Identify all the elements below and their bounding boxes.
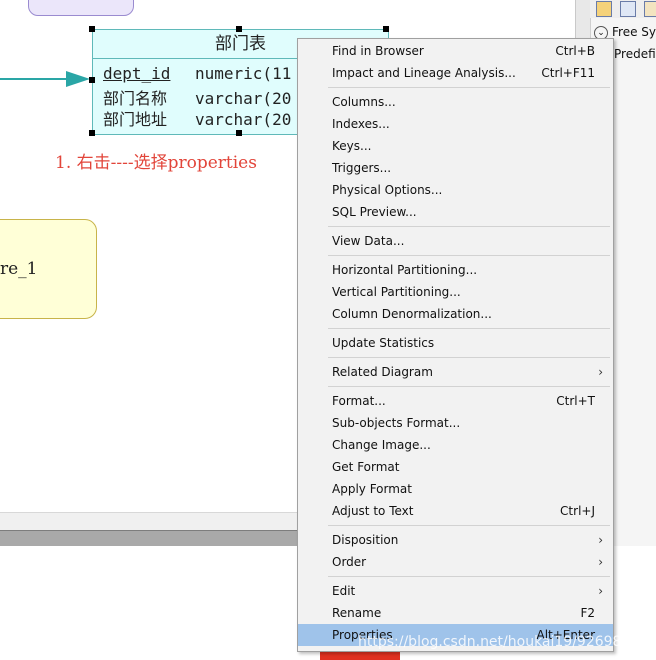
submenu-arrow-icon: › bbox=[598, 533, 603, 547]
menu-separator bbox=[328, 357, 610, 358]
menu-item-apply-format[interactable]: Apply Format bbox=[298, 478, 613, 500]
toolbox-icon-bar bbox=[590, 0, 656, 18]
menu-item-disposition[interactable]: Disposition › bbox=[298, 529, 613, 551]
entity-column-row: dept_id numeric(11 bbox=[103, 64, 291, 83]
menu-item-columns[interactable]: Columns... bbox=[298, 91, 613, 113]
menu-item-change-image[interactable]: Change Image... bbox=[298, 434, 613, 456]
submenu-arrow-icon: › bbox=[598, 584, 603, 598]
reference-connector-line[interactable] bbox=[0, 78, 72, 80]
menu-separator bbox=[328, 255, 610, 256]
selection-handle[interactable] bbox=[89, 130, 95, 136]
menu-item-find-in-browser[interactable]: Find in Browser Ctrl+B bbox=[298, 40, 613, 62]
menu-item-horizontal-partitioning[interactable]: Horizontal Partitioning... bbox=[298, 259, 613, 281]
menu-item-indexes[interactable]: Indexes... bbox=[298, 113, 613, 135]
menu-item-update-statistics[interactable]: Update Statistics bbox=[298, 332, 613, 354]
menu-item-rename[interactable]: Rename F2 bbox=[298, 602, 613, 624]
yellow-shape-label: re_1 bbox=[0, 259, 38, 279]
toolbox-table-icon[interactable] bbox=[620, 1, 636, 17]
toolbox-grid-icon[interactable] bbox=[596, 1, 612, 17]
menu-item-impact-lineage[interactable]: Impact and Lineage Analysis... Ctrl+F11 bbox=[298, 62, 613, 84]
menu-separator bbox=[328, 328, 610, 329]
menu-item-vertical-partitioning[interactable]: Vertical Partitioning... bbox=[298, 281, 613, 303]
submenu-arrow-icon: › bbox=[598, 365, 603, 379]
menu-item-related-diagram[interactable]: Related Diagram › bbox=[298, 361, 613, 383]
menu-separator bbox=[328, 386, 610, 387]
menu-item-column-denormalization[interactable]: Column Denormalization... bbox=[298, 303, 613, 325]
menu-separator bbox=[328, 576, 610, 577]
selection-handle[interactable] bbox=[89, 26, 95, 32]
menu-separator bbox=[328, 525, 610, 526]
menu-item-edit[interactable]: Edit › bbox=[298, 580, 613, 602]
selection-handle[interactable] bbox=[236, 26, 242, 32]
selection-handle[interactable] bbox=[236, 130, 242, 136]
column-name: dept_id bbox=[103, 64, 171, 83]
column-type: varchar(20 bbox=[195, 110, 292, 129]
watermark-text: https://blog.csdn.net/houkai19/9269830 bbox=[358, 634, 640, 650]
selection-handle[interactable] bbox=[89, 77, 95, 83]
menu-item-order[interactable]: Order › bbox=[298, 551, 613, 573]
menu-separator bbox=[328, 87, 610, 88]
diagram-shape-top[interactable] bbox=[28, 0, 134, 16]
instruction-annotation: 1. 右击----选择properties bbox=[55, 153, 257, 173]
menu-item-format[interactable]: Format... Ctrl+T bbox=[298, 390, 613, 412]
toolbox-view-icon[interactable] bbox=[644, 1, 656, 17]
menu-item-sub-objects-format[interactable]: Sub-objects Format... bbox=[298, 412, 613, 434]
menu-item-physical-options[interactable]: Physical Options... bbox=[298, 179, 613, 201]
entity-column-row: 部门地址 varchar(20 bbox=[103, 106, 291, 130]
context-menu: Find in Browser Ctrl+B Impact and Lineage… bbox=[297, 38, 614, 652]
menu-item-triggers[interactable]: Triggers... bbox=[298, 157, 613, 179]
menu-item-view-data[interactable]: View Data... bbox=[298, 230, 613, 252]
reference-arrowhead bbox=[66, 71, 90, 87]
submenu-arrow-icon: › bbox=[598, 555, 603, 569]
menu-separator bbox=[328, 226, 610, 227]
column-type: numeric(11 bbox=[195, 64, 292, 83]
column-name: 部门地址 bbox=[103, 110, 168, 129]
menu-item-keys[interactable]: Keys... bbox=[298, 135, 613, 157]
menu-item-sql-preview[interactable]: SQL Preview... bbox=[298, 201, 613, 223]
selection-handle[interactable] bbox=[383, 26, 389, 32]
menu-item-get-format[interactable]: Get Format bbox=[298, 456, 613, 478]
menu-item-adjust-to-text[interactable]: Adjust to Text Ctrl+J bbox=[298, 500, 613, 522]
